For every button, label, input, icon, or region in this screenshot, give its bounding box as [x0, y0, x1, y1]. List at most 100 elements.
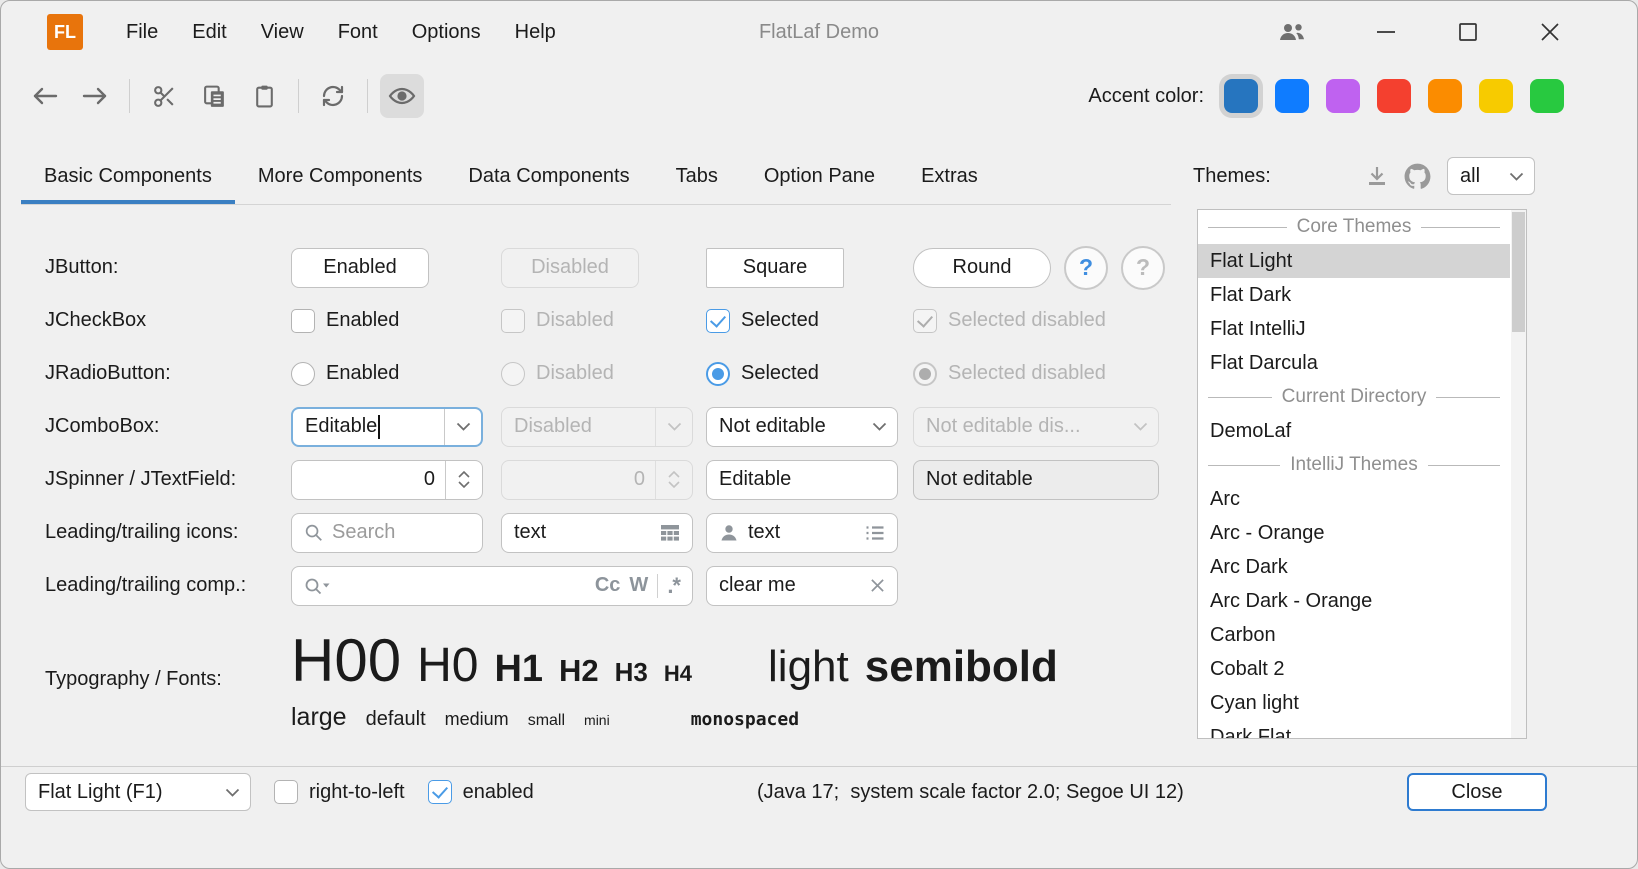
textfield-editable[interactable]: [706, 460, 898, 500]
tab-more-components[interactable]: More Components: [235, 153, 446, 204]
jspinner[interactable]: [291, 460, 483, 500]
jbutton-round[interactable]: Round: [913, 248, 1051, 288]
text-field-table[interactable]: [501, 513, 693, 553]
tab-tabs[interactable]: Tabs: [653, 153, 741, 204]
forward-button[interactable]: [73, 74, 117, 118]
spinner-down-icon: [458, 481, 470, 488]
right-to-left-checkbox[interactable]: right-to-left: [274, 780, 405, 804]
radio-enabled[interactable]: Enabled: [291, 362, 399, 386]
regex-icon[interactable]: .*: [667, 573, 680, 599]
theme-item-arc[interactable]: Arc: [1198, 482, 1510, 516]
menu-item-help[interactable]: Help: [498, 15, 573, 50]
close-window-button[interactable]: [1527, 9, 1573, 55]
search-input[interactable]: [332, 521, 470, 544]
semibold-sample: semibold: [865, 642, 1058, 692]
download-icon[interactable]: [1357, 156, 1397, 196]
github-icon[interactable]: [1397, 156, 1437, 196]
minimize-button[interactable]: [1363, 9, 1409, 55]
theme-item-carbon[interactable]: Carbon: [1198, 618, 1510, 652]
accent-color-swatch-4[interactable]: [1377, 79, 1411, 113]
clear-icon[interactable]: [870, 578, 885, 593]
accent-color-swatch-6[interactable]: [1479, 79, 1513, 113]
search-field[interactable]: [291, 513, 483, 553]
theme-item-flat-intellij[interactable]: Flat IntelliJ: [1198, 312, 1510, 346]
combobox-not-editable-disabled: Not editable dis...: [913, 407, 1159, 447]
jbutton-enabled[interactable]: Enabled: [291, 248, 429, 288]
themes-group-label: Core Themes: [1297, 216, 1412, 238]
theme-item-flat-dark[interactable]: Flat Dark: [1198, 278, 1510, 312]
textfield-input[interactable]: [719, 468, 885, 491]
tab-option-pane[interactable]: Option Pane: [741, 153, 898, 204]
clear-me-field[interactable]: [706, 566, 898, 606]
maximize-button[interactable]: [1445, 9, 1491, 55]
spinner-input[interactable]: [292, 468, 445, 491]
radio-selected[interactable]: Selected: [706, 362, 819, 386]
menu-item-font[interactable]: Font: [321, 15, 395, 50]
table-icon[interactable]: [660, 524, 680, 542]
search-options-input[interactable]: [340, 574, 586, 597]
theme-item-arc-orange[interactable]: Arc - Orange: [1198, 516, 1510, 550]
refresh-button[interactable]: [311, 74, 355, 118]
whole-word-icon[interactable]: W: [629, 574, 648, 597]
checkbox-enabled[interactable]: Enabled: [291, 309, 399, 333]
accent-color-swatches: [1224, 79, 1564, 113]
text-caret: [378, 415, 380, 439]
search-with-dropdown-icon[interactable]: [304, 576, 331, 596]
menu-item-options[interactable]: Options: [395, 15, 498, 50]
tab-data-components[interactable]: Data Components: [445, 153, 652, 204]
basic-components-panel: JButton: Enabled Disabled Square Round ?…: [45, 233, 1171, 732]
theme-item-demolaf[interactable]: DemoLaf: [1198, 414, 1510, 448]
themes-filter-combobox[interactable]: all: [1447, 157, 1535, 195]
menu-item-edit[interactable]: Edit: [175, 15, 243, 50]
tab-extras[interactable]: Extras: [898, 153, 1001, 204]
back-button[interactable]: [23, 74, 67, 118]
checkbox-selected[interactable]: Selected: [706, 309, 819, 333]
chevron-down-icon[interactable]: [861, 422, 897, 431]
combobox-value: Not editable: [707, 415, 861, 438]
close-button[interactable]: Close: [1407, 773, 1547, 811]
menu-item-view[interactable]: View: [244, 15, 321, 50]
themes-scrollbar-thumb[interactable]: [1512, 212, 1525, 332]
search-options-field[interactable]: Cc W .*: [291, 566, 693, 606]
clear-me-input[interactable]: [719, 574, 861, 597]
enabled-checkbox[interactable]: enabled: [428, 780, 534, 804]
theme-item-arc-dark[interactable]: Arc Dark: [1198, 550, 1510, 584]
checkbox-checked-icon: [913, 309, 937, 333]
jbutton-square[interactable]: Square: [706, 248, 844, 288]
accent-color-swatch-3[interactable]: [1326, 79, 1360, 113]
accent-color-swatch-5[interactable]: [1428, 79, 1462, 113]
theme-item-dark-flat[interactable]: Dark Flat: [1198, 720, 1510, 739]
user-icon: [719, 523, 739, 543]
help-button[interactable]: ?: [1064, 246, 1108, 290]
textfield-input[interactable]: [514, 521, 651, 544]
match-case-icon[interactable]: Cc: [595, 574, 621, 597]
h00-sample: H00: [291, 626, 401, 695]
cut-button[interactable]: [142, 74, 186, 118]
accent-color-swatch-2[interactable]: [1275, 79, 1309, 113]
copy-button[interactable]: [192, 74, 236, 118]
chevron-down-icon[interactable]: [214, 788, 250, 797]
spinner-up-down-buttons[interactable]: [446, 471, 482, 488]
menu-icon[interactable]: [865, 525, 885, 541]
chevron-down-icon[interactable]: [1498, 172, 1534, 181]
theme-item-flat-darcula[interactable]: Flat Darcula: [1198, 346, 1510, 380]
theme-item-arc-dark-orange[interactable]: Arc Dark - Orange: [1198, 584, 1510, 618]
chevron-down-icon[interactable]: [445, 422, 481, 431]
theme-item-cyan-light[interactable]: Cyan light: [1198, 686, 1510, 720]
tab-basic-components[interactable]: Basic Components: [21, 153, 235, 204]
combobox-editable[interactable]: Editable: [291, 407, 483, 447]
theme-item-cobalt-2[interactable]: Cobalt 2: [1198, 652, 1510, 686]
paste-button[interactable]: [242, 74, 286, 118]
accent-color-swatch-1[interactable]: [1224, 79, 1258, 113]
text-field-user-menu[interactable]: [706, 513, 898, 553]
theme-item-flat-light[interactable]: Flat Light: [1198, 244, 1510, 278]
menu-item-file[interactable]: File: [109, 15, 175, 50]
checkbox-checked-icon: [706, 309, 730, 333]
accent-color-swatch-7[interactable]: [1530, 79, 1564, 113]
show-hidden-eye-toggle[interactable]: [380, 74, 424, 118]
laf-selector-combobox[interactable]: Flat Light (F1): [25, 773, 251, 811]
users-icon[interactable]: [1269, 9, 1315, 55]
textfield-input[interactable]: [748, 521, 856, 544]
combobox-not-editable[interactable]: Not editable: [706, 407, 898, 447]
h2-sample: H2: [559, 653, 599, 689]
